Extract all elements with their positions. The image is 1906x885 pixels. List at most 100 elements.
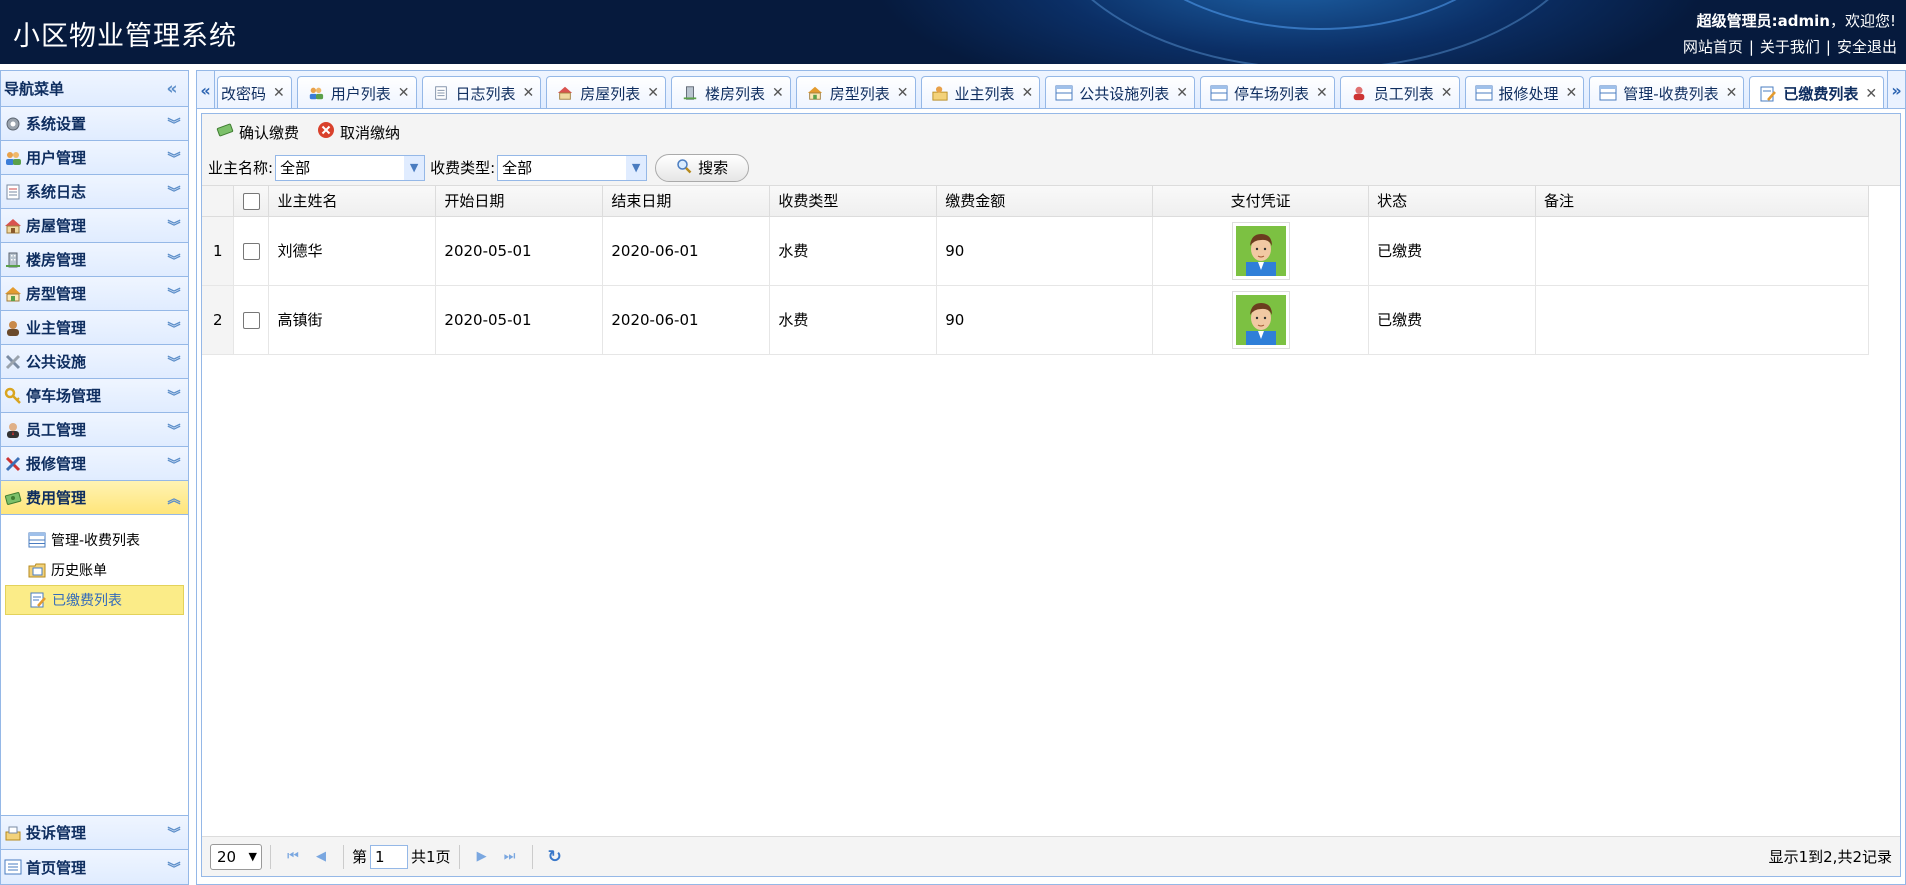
sidebar-item-system-settings[interactable]: 系统设置 ︾ [1, 107, 188, 141]
cell-note [1535, 216, 1869, 286]
table-row[interactable]: 1 刘德华 2020-05-01 2020-06-01 水费 90 已缴费 [202, 216, 1869, 286]
close-icon[interactable]: ✕ [523, 85, 535, 101]
sidebar-item-house[interactable]: 房屋管理 ︾ [1, 209, 188, 243]
tab-building-list[interactable]: 楼房列表 ✕ [671, 76, 791, 108]
chevron-down-icon: ︾ [167, 152, 181, 167]
chevron-down-icon: ︾ [167, 254, 181, 269]
sidebar-item-house-type[interactable]: 房型管理 ︾ [1, 277, 188, 311]
subnav-item-paid-list[interactable]: 已缴费列表 [5, 585, 184, 615]
tab-label: 管理-收费列表 [1623, 84, 1719, 103]
cancel-payment-button[interactable]: 取消缴纳 [317, 121, 400, 143]
prev-page-icon[interactable]: ◀ [307, 849, 335, 864]
search-button[interactable]: 搜索 [655, 153, 750, 182]
about-link[interactable]: 关于我们 [1760, 38, 1820, 56]
close-icon[interactable]: ✕ [1865, 86, 1877, 102]
confirm-payment-button[interactable]: 确认缴费 [216, 122, 299, 143]
tab-charge-list[interactable]: 管理-收费列表 ✕ [1589, 76, 1745, 108]
chevron-down-icon: ︾ [167, 220, 181, 235]
page-number-input[interactable]: 1 [370, 844, 409, 869]
type-filter-select[interactable]: 全部 ▼ [497, 154, 648, 181]
sidebar-item-users[interactable]: 用户管理 ︾ [1, 141, 188, 175]
tab-change-password[interactable]: 改密码 ✕ [217, 76, 292, 108]
sidebar-item-building[interactable]: 楼房管理 ︾ [1, 243, 188, 277]
close-icon[interactable]: ✕ [398, 85, 410, 101]
next-page-icon[interactable]: ▶ [468, 849, 496, 864]
home-link[interactable]: 网站首页 [1683, 38, 1743, 56]
select-all-checkbox[interactable] [242, 192, 260, 210]
owner-filter-select[interactable]: 全部 ▼ [275, 154, 426, 181]
tab-label: 停车场列表 [1234, 84, 1310, 103]
first-page-icon[interactable]: ⏮ [279, 849, 307, 864]
sidebar-item-fees[interactable]: 费用管理 ︽ [1, 481, 188, 515]
table-icon [1054, 84, 1074, 102]
subnav-item-history[interactable]: 历史账单 [5, 555, 184, 585]
sidebar-item-complaints[interactable]: 投诉管理 ︾ [1, 816, 188, 850]
tab-user-list[interactable]: 用户列表 ✕ [296, 76, 417, 108]
column-header-end[interactable]: 结束日期 [602, 186, 771, 217]
sidebar-item-repair[interactable]: 报修管理 ︾ [1, 447, 188, 481]
close-icon[interactable]: ✕ [772, 85, 784, 101]
confirm-payment-label: 确认缴费 [239, 123, 300, 142]
sidebar-item-parking[interactable]: 停车场管理 ︾ [1, 379, 188, 413]
sidebar-item-label: 公共设施 [26, 353, 87, 371]
column-header-note[interactable]: 备注 [1535, 186, 1869, 217]
sidebar-item-facilities[interactable]: 公共设施 ︾ [1, 345, 188, 379]
column-header-owner[interactable]: 业主姓名 [268, 186, 437, 217]
column-header-type[interactable]: 收费类型 [769, 186, 938, 217]
cell-status: 已缴费 [1368, 216, 1537, 286]
logout-link[interactable]: 安全退出 [1837, 38, 1897, 56]
sidebar-item-homepage[interactable]: 首页管理 ︾ [1, 850, 188, 884]
payment-voucher-image[interactable] [1231, 290, 1290, 349]
close-icon[interactable]: ✕ [1176, 85, 1188, 101]
row-number: 1 [202, 216, 235, 286]
sidebar-title: 导航菜单 [4, 80, 65, 98]
column-header-status[interactable]: 状态 [1368, 186, 1537, 217]
tab-staff-list[interactable]: 员工列表 ✕ [1339, 76, 1460, 108]
last-page-icon[interactable]: ⏭ [496, 849, 524, 864]
chevron-down-icon[interactable]: ▼ [626, 155, 647, 180]
sidebar-item-label: 员工管理 [26, 421, 87, 439]
sidebar-item-label: 报修管理 [26, 455, 87, 473]
table-row[interactable]: 2 高镇街 2020-05-01 2020-06-01 水费 90 已缴费 [202, 285, 1869, 355]
sidebar-item-owner[interactable]: 业主管理 ︾ [1, 311, 188, 345]
sidebar-item-staff[interactable]: 员工管理 ︾ [1, 413, 188, 447]
tab-paid-list[interactable]: 已缴费列表 ✕ [1749, 76, 1885, 108]
subnav-item-charge-list[interactable]: 管理-收费列表 [5, 525, 184, 555]
payment-voucher-image[interactable] [1231, 221, 1290, 280]
pagination-bar: 20 ▼ ⏮ ◀ 第 1 共1页 ▶ ⏭ ↻ 显示1到2,共2记录 [202, 836, 1900, 876]
chevron-down-icon[interactable]: ▼ [404, 155, 425, 180]
refresh-icon[interactable]: ↻ [541, 847, 569, 867]
column-header-amount[interactable]: 缴费金额 [936, 186, 1154, 217]
tab-log-list[interactable]: 日志列表 ✕ [421, 76, 542, 108]
tab-repair-handling[interactable]: 报修处理 ✕ [1464, 76, 1585, 108]
column-header-voucher[interactable]: 支付凭证 [1152, 186, 1370, 217]
tab-house-list[interactable]: 房屋列表 ✕ [546, 76, 666, 108]
pager-separator [531, 844, 533, 869]
row-checkbox[interactable] [242, 311, 260, 329]
close-icon[interactable]: ✕ [1316, 85, 1328, 101]
collapse-sidebar-icon[interactable]: « [164, 79, 180, 99]
close-icon[interactable]: ✕ [897, 85, 909, 101]
cell-type: 水费 [769, 285, 938, 355]
tabs-scroll-left-icon[interactable]: « [197, 71, 215, 108]
tab-owner-list[interactable]: 业主列表 ✕ [920, 76, 1041, 108]
tab-house-type-list[interactable]: 房型列表 ✕ [795, 76, 916, 108]
row-checkbox[interactable] [242, 242, 260, 260]
close-icon[interactable]: ✕ [1726, 85, 1738, 101]
close-icon[interactable]: ✕ [273, 85, 285, 101]
sidebar-item-system-log[interactable]: 系统日志 ︾ [1, 175, 188, 209]
page-prefix: 第 [352, 848, 368, 866]
tab-facilities-list[interactable]: 公共设施列表 ✕ [1045, 76, 1195, 108]
column-header-start[interactable]: 开始日期 [435, 186, 604, 217]
close-icon[interactable]: ✕ [1566, 85, 1578, 101]
users-icon [306, 84, 326, 102]
tabs-scroll-right-icon[interactable]: » [1887, 71, 1905, 108]
owner-filter-value: 全部 [280, 159, 311, 177]
sidebar-item-label: 房屋管理 [26, 217, 87, 235]
page-size-select[interactable]: 20 ▼ [210, 843, 262, 870]
tab-parking-list[interactable]: 停车场列表 ✕ [1200, 76, 1335, 108]
home-list-icon [3, 858, 23, 876]
close-icon[interactable]: ✕ [1441, 85, 1453, 101]
close-icon[interactable]: ✕ [647, 85, 659, 101]
close-icon[interactable]: ✕ [1022, 85, 1034, 101]
